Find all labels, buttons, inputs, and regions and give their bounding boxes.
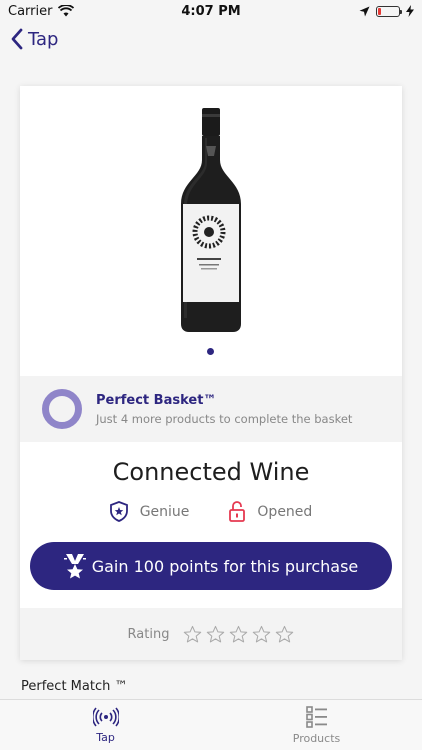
back-label: Tap [28,28,59,50]
basket-text: Perfect Basket™ Just 4 more products to … [96,393,352,426]
product-card: Perfect Basket™ Just 4 more products to … [20,86,402,660]
wifi-icon [58,5,75,17]
list-icon [305,705,327,728]
basket-title: Perfect Basket™ [96,392,217,408]
nfc-signal-icon [92,706,119,727]
tab-tap[interactable]: Tap [0,700,211,750]
rating-star-5[interactable] [275,625,294,644]
gain-points-button[interactable]: Gain 100 points for this purchase [30,542,392,590]
rating-stars [183,625,294,644]
tab-tap-label: Tap [96,730,115,744]
rating-row: Rating [20,608,402,660]
battery-fill [378,7,381,15]
battery-icon [376,5,402,17]
rating-label: Rating [127,626,170,642]
perfect-basket-banner[interactable]: Perfect Basket™ Just 4 more products to … [20,376,402,442]
status-left: Carrier [8,3,75,19]
product-badges: Geniue Opened [20,501,402,522]
status-bar: Carrier 4:07 PM [0,0,422,22]
charging-bolt-icon [406,5,414,17]
tab-products-label: Products [292,731,341,745]
medal-star-icon [63,554,86,579]
gain-points-label: Gain 100 points for this purchase [91,556,359,576]
lock-open-icon [229,501,246,522]
carousel-page-indicator [207,348,214,355]
genuine-label: Geniue [139,503,190,520]
shield-star-icon [109,501,128,522]
rating-star-1[interactable] [183,625,202,644]
rating-star-3[interactable] [229,625,248,644]
tab-bar: Tap Products [0,699,422,750]
chevron-left-icon [11,28,23,50]
genuine-badge: Geniue [109,501,190,522]
product-image-carousel[interactable] [20,86,402,376]
location-arrow-icon [359,6,370,16]
perfect-match-heading: Perfect Match ™ [21,679,128,694]
basket-subtitle: Just 4 more products to complete the bas… [96,411,353,426]
tab-products[interactable]: Products [211,700,422,750]
status-right [359,5,414,17]
rating-star-4[interactable] [252,625,271,644]
opened-label: Opened [257,503,313,520]
carrier-label: Carrier [8,3,53,19]
back-button[interactable]: Tap [10,28,58,50]
opened-badge: Opened [229,501,312,522]
rating-star-2[interactable] [206,625,225,644]
basket-progress-ring [42,389,82,429]
wine-bottle-image [181,108,241,332]
product-name: Connected Wine [112,458,310,486]
